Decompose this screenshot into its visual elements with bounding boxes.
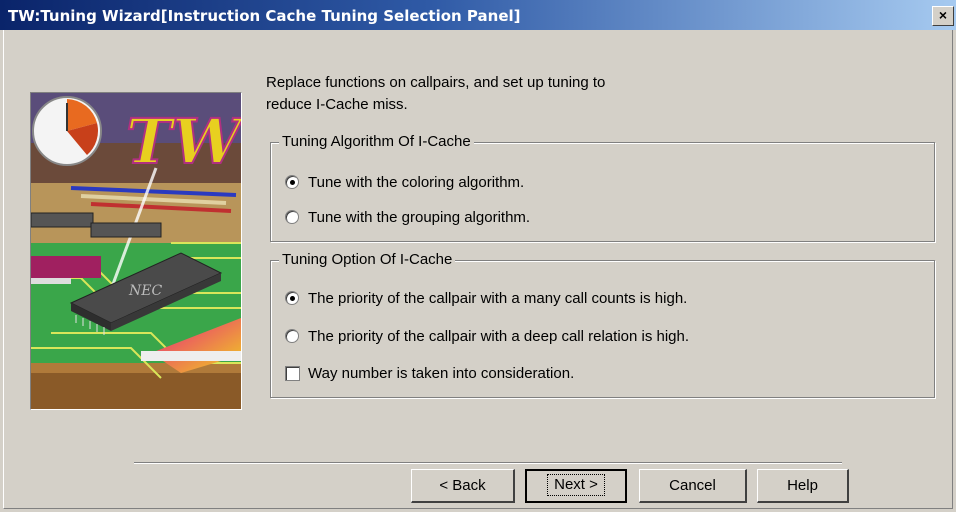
way-number-label: Way number is taken into consideration.	[308, 364, 575, 382]
help-button[interactable]: Help	[757, 469, 849, 503]
intro-line-1: Replace functions on callpairs, and set …	[266, 74, 606, 91]
window-title: TW:Tuning Wizard[Instruction Cache Tunin…	[8, 7, 521, 25]
title-bar: TW:Tuning Wizard[Instruction Cache Tunin…	[0, 0, 956, 30]
way-number-checkbox[interactable]: Way number is taken into consideration.	[285, 363, 574, 383]
tuning-option-group-legend: Tuning Option Of I-Cache	[279, 251, 456, 269]
call-count-priority-radio[interactable]: The priority of the callpair with a many…	[285, 288, 687, 308]
coloring-algorithm-label: Tune with the coloring algorithm.	[308, 173, 525, 191]
next-button[interactable]: Next >	[525, 469, 627, 503]
grouping-algorithm-radio[interactable]: Tune with the grouping algorithm.	[285, 207, 530, 227]
algorithm-group-legend: Tuning Algorithm Of I-Cache	[279, 133, 474, 151]
wizard-illustration: TW NEC	[30, 92, 242, 410]
button-separator	[134, 462, 842, 464]
call-count-priority-label: The priority of the callpair with a many…	[308, 289, 688, 307]
next-button-label: Next >	[547, 474, 605, 496]
circuit-board-image: TW NEC	[31, 93, 241, 409]
coloring-algorithm-radio[interactable]: Tune with the coloring algorithm.	[285, 172, 524, 192]
call-relation-priority-radio[interactable]: The priority of the callpair with a deep…	[285, 326, 689, 346]
radio-unchecked-icon[interactable]	[285, 210, 299, 224]
checkbox-icon[interactable]	[285, 365, 300, 381]
intro-text: Replace functions on callpairs, and set …	[266, 72, 726, 116]
call-relation-priority-label: The priority of the callpair with a deep…	[308, 327, 690, 345]
chip-label: NEC	[128, 283, 162, 299]
intro-line-2: reduce I-Cache miss.	[266, 96, 408, 113]
algorithm-groupbox: Tuning Algorithm Of I-Cache Tune with th…	[270, 133, 935, 242]
close-button[interactable]: ×	[932, 6, 954, 26]
radio-checked-icon[interactable]	[285, 291, 299, 305]
tw-logo: TW	[126, 105, 241, 178]
radio-checked-icon[interactable]	[285, 175, 299, 189]
back-button[interactable]: < Back	[411, 469, 515, 503]
cancel-button[interactable]: Cancel	[639, 469, 747, 503]
tuning-option-groupbox: Tuning Option Of I-Cache The priority of…	[270, 251, 935, 398]
grouping-algorithm-label: Tune with the grouping algorithm.	[308, 208, 531, 226]
close-icon: ×	[938, 7, 948, 23]
radio-unchecked-icon[interactable]	[285, 329, 299, 343]
